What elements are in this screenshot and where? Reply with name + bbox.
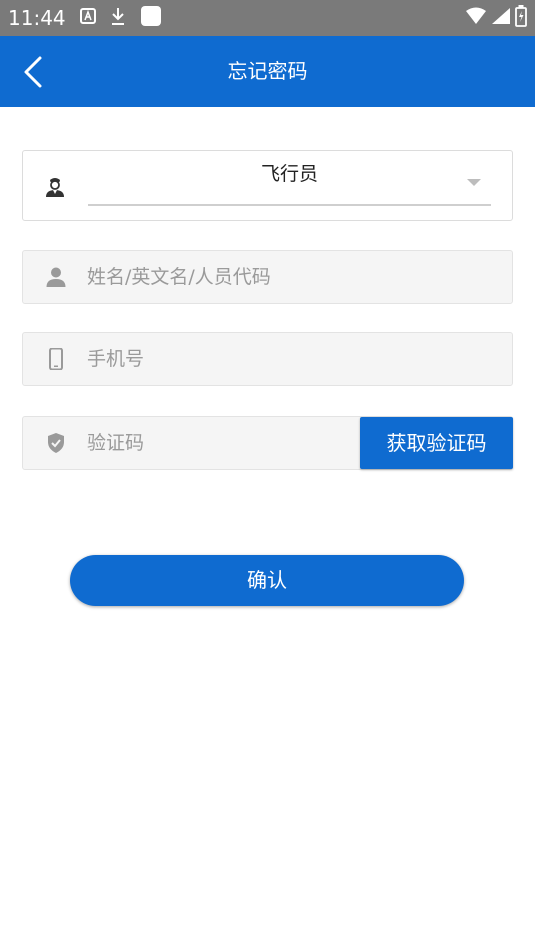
phone-field-box [22,332,513,386]
app-square-icon [140,5,162,31]
confirm-button[interactable]: 确认 [70,555,464,606]
chevron-left-icon [14,56,54,96]
phone-icon [45,347,67,371]
app-bar: 忘记密码 [0,36,535,107]
phone-input[interactable] [87,333,487,385]
status-icons-left [80,6,162,30]
signal-icon [491,7,511,29]
code-field-box: 获取验证码 [22,416,513,470]
status-icons-right [465,5,527,31]
status-bar: 11:44 [0,0,535,36]
wifi-icon [465,7,487,29]
pilot-icon [44,176,66,198]
shield-icon [45,432,67,454]
back-button[interactable] [14,52,54,92]
battery-charging-icon [515,5,527,31]
caret-down-icon [467,179,481,186]
name-input[interactable] [87,251,487,303]
name-field-box [22,250,513,304]
role-selector-box: 飞行员 [22,150,513,221]
page-title: 忘记密码 [227,59,308,83]
person-icon [45,266,67,288]
get-code-button[interactable]: 获取验证码 [360,417,513,469]
role-dropdown[interactable]: 飞行员 [88,151,491,206]
verification-code-input[interactable] [87,417,347,469]
download-icon [110,6,126,30]
status-time: 11:44 [8,6,66,30]
text-a-icon [80,8,96,28]
role-value: 飞行员 [260,163,318,185]
